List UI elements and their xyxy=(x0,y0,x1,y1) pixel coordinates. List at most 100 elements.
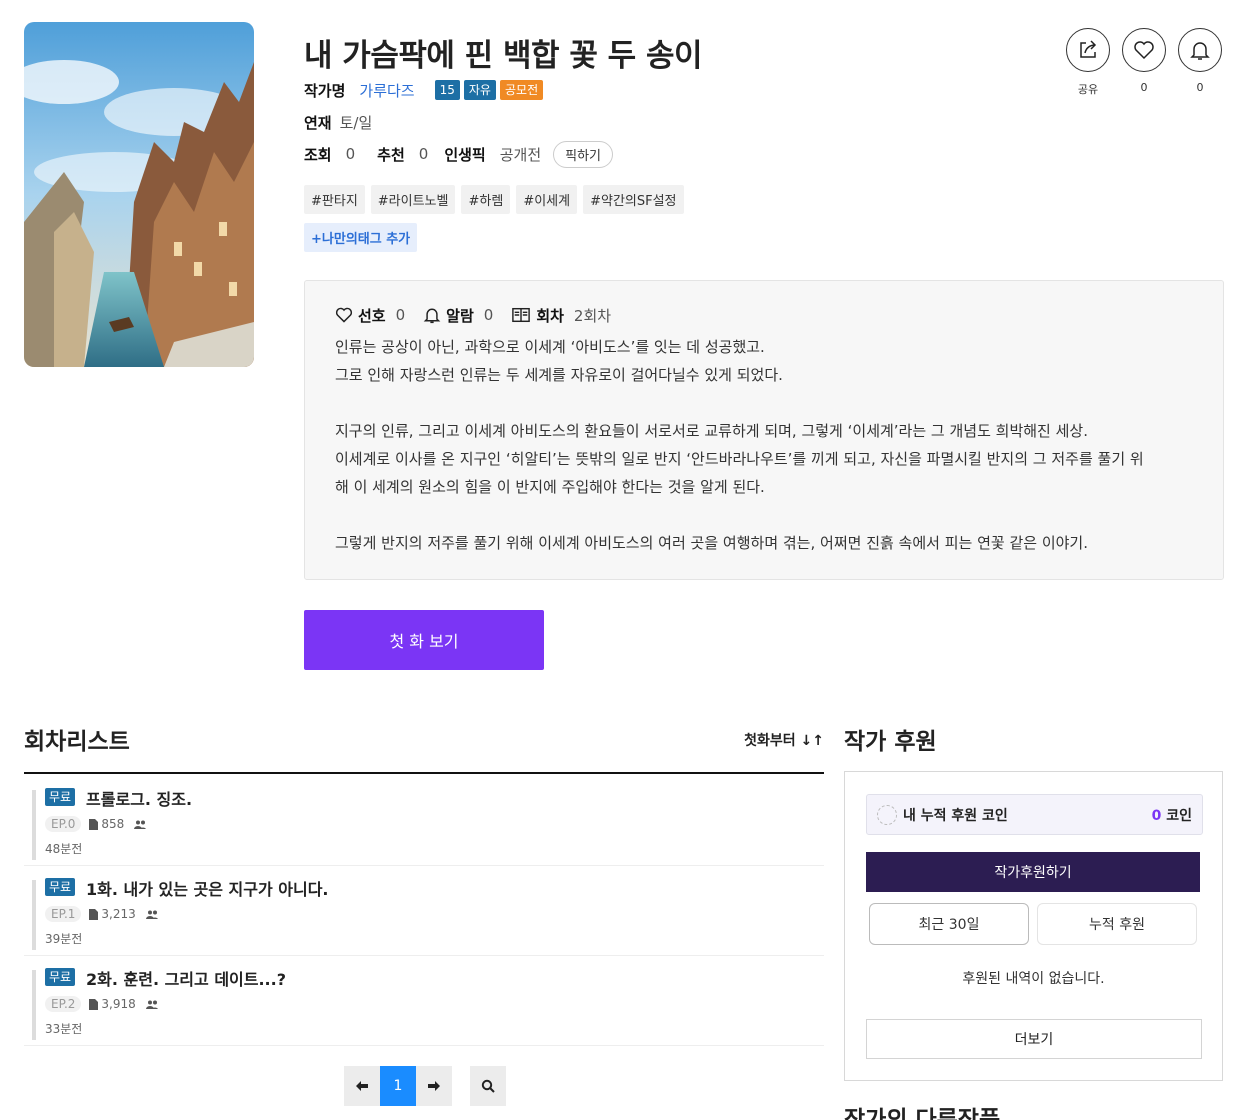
tag-item[interactable]: #이세계 xyxy=(516,185,578,214)
share-label: 공유 xyxy=(1077,83,1099,96)
tag-item[interactable]: #하렘 xyxy=(461,185,511,214)
search-icon xyxy=(481,1079,495,1093)
age-badge: 15 xyxy=(434,80,460,100)
row-marker xyxy=(32,880,36,950)
author-label: 작가명 xyxy=(304,81,346,100)
views-count: 3,918 xyxy=(101,997,136,1011)
views-label: 조회 xyxy=(304,145,332,164)
novel-title: 내 가슴팍에 핀 백합 꽃 두 송이 xyxy=(304,38,703,74)
tag-list: #판타지 #라이트노벨 #하렘 #이세계 #약간의SF설정 xyxy=(304,185,684,214)
episode-label: 회차 xyxy=(536,306,564,325)
people-icon xyxy=(134,820,147,829)
episode-title[interactable]: 1화. 내가 있는 곳은 지구가 아니다. xyxy=(86,876,329,900)
views-count: 3,213 xyxy=(101,907,136,921)
episode-row[interactable]: 무료 2화. 훈련. 그리고 데이트...? EP.2 3,918 33분전 xyxy=(24,956,824,1046)
alarm-value: 0 xyxy=(483,306,494,324)
fav-value: 0 xyxy=(395,306,406,324)
cover-image xyxy=(24,22,254,367)
recommend-label: 추천 xyxy=(377,145,405,164)
serial-row: 연재 토/일 xyxy=(304,110,1044,134)
episode-title[interactable]: 2화. 훈련. 그리고 데이트...? xyxy=(86,966,286,990)
novel-info: 내 가슴팍에 핀 백합 꽃 두 송이 작가명 가루다즈 15 자유 공모전 연재… xyxy=(304,36,1044,168)
tag-item[interactable]: #약간의SF설정 xyxy=(583,185,684,214)
like-count: 0 xyxy=(1140,81,1148,94)
tab-recent-30-days[interactable]: 최근 30일 xyxy=(869,903,1029,945)
synopsis-line: 인류는 공상이 아닌, 과학으로 이세계 ‘아비도스’를 잇는 데 성공했고. xyxy=(335,338,765,356)
coin-label: 내 누적 후원 코인 xyxy=(903,807,1008,824)
share-button[interactable] xyxy=(1066,28,1110,72)
views-count: 858 xyxy=(101,817,125,831)
pick-button[interactable]: 픽하기 xyxy=(553,140,614,168)
coin-unit: 코인 xyxy=(1166,807,1192,824)
support-title: 작가 후원 xyxy=(844,729,937,755)
alarm-count: 0 xyxy=(1196,81,1204,94)
contest-badge: 공모전 xyxy=(499,80,544,100)
free-badge: 자유 xyxy=(463,80,496,100)
free-badge: 무료 xyxy=(45,968,76,986)
search-episode-button[interactable] xyxy=(470,1066,506,1106)
tag-item[interactable]: #판타지 xyxy=(304,185,365,214)
synopsis-text: 인류는 공상이 아닌, 과학으로 이세계 ‘아비도스’를 잇는 데 성공했고. … xyxy=(335,333,1193,557)
author-name-link[interactable]: 가루다즈 xyxy=(359,80,414,101)
heart-icon xyxy=(1134,41,1154,60)
prev-page-button[interactable] xyxy=(344,1066,380,1106)
arrow-right-icon xyxy=(428,1081,440,1091)
synopsis-line xyxy=(335,501,1193,529)
views: 3,213 xyxy=(89,907,136,921)
free-badge: 무료 xyxy=(45,788,76,806)
episode-list-title: 회차리스트 xyxy=(24,729,130,755)
synopsis-line xyxy=(335,389,1193,417)
episode-meta: EP.0 858 xyxy=(45,816,147,832)
page-1-button[interactable]: 1 xyxy=(380,1066,416,1106)
synopsis-box: 선호 0 알람 0 회차 2회차 인류는 공상이 아닌, 과학으로 이세계 ‘아… xyxy=(304,280,1224,580)
episode-title[interactable]: 프롤로그. 징조. xyxy=(86,786,192,810)
pagination: 1 xyxy=(344,1066,506,1106)
tag-item[interactable]: #라이트노벨 xyxy=(370,185,456,214)
coin-amount: 0 코인 xyxy=(1152,805,1192,825)
add-my-tag-button[interactable]: +나만의태그 추가 xyxy=(304,223,418,252)
episode-meta: EP.1 3,213 xyxy=(45,906,158,922)
people-icon xyxy=(145,910,158,919)
lifepick-value: 공개전 xyxy=(499,145,542,164)
document-icon xyxy=(89,818,99,830)
episode-row[interactable]: 무료 프롤로그. 징조. EP.0 858 48분전 xyxy=(24,776,824,866)
more-button[interactable]: 더보기 xyxy=(866,1019,1202,1059)
alarm-action: 0 xyxy=(1178,28,1222,97)
share-icon xyxy=(1080,40,1097,58)
synopsis-line: 이세계로 이사를 온 지구인 ‘히알티’는 뜻밖의 일로 반지 ‘안드바라나우트… xyxy=(335,450,1144,468)
next-page-button[interactable] xyxy=(416,1066,452,1106)
support-empty-text: 후원된 내역이 없습니다. xyxy=(962,971,1105,987)
alarm-button[interactable] xyxy=(1178,28,1222,72)
recommend-value: 0 xyxy=(418,145,429,163)
free-badge: 무료 xyxy=(45,878,76,896)
views: 3,918 xyxy=(89,997,136,1011)
like-button[interactable] xyxy=(1122,28,1166,72)
support-tabs: 최근 30일 누적 후원 xyxy=(869,903,1197,945)
author-row: 작가명 가루다즈 15 자유 공모전 xyxy=(304,78,1044,102)
heart-icon xyxy=(335,307,353,323)
stats-row: 조회 0 추천 0 인생픽 공개전 픽하기 xyxy=(304,140,1044,168)
episode-number: EP.2 xyxy=(45,996,82,1012)
alarm-label: 알람 xyxy=(446,306,474,325)
episode-list-header: 회차리스트 첫화부터 ↓↑ xyxy=(24,722,824,774)
views: 858 xyxy=(89,817,124,831)
episode-row[interactable]: 무료 1화. 내가 있는 곳은 지구가 아니다. EP.1 3,213 39분전 xyxy=(24,866,824,956)
synopsis-line: 지구의 인류, 그리고 이세계 아비도스의 환요들이 서로서로 교류하게 되며,… xyxy=(335,422,1088,440)
episode-time: 48분전 xyxy=(45,842,83,856)
bell-icon xyxy=(1190,42,1210,60)
coin-row: 내 누적 후원 코인 0 코인 xyxy=(866,794,1203,835)
episode-time: 33분전 xyxy=(45,1022,83,1036)
synopsis-stats: 선호 0 알람 0 회차 2회차 xyxy=(335,303,1193,327)
coin-value: 0 xyxy=(1151,807,1162,824)
fav-stat: 선호 0 xyxy=(335,305,405,326)
row-marker xyxy=(32,970,36,1040)
sort-toggle[interactable]: 첫화부터 ↓↑ xyxy=(744,730,824,750)
book-icon xyxy=(512,307,531,323)
first-episode-button[interactable]: 첫 화 보기 xyxy=(304,610,544,670)
people-icon xyxy=(145,1000,158,1009)
episode-time: 39분전 xyxy=(45,932,83,946)
views-value: 0 xyxy=(345,145,356,163)
tab-total-support[interactable]: 누적 후원 xyxy=(1037,903,1197,945)
synopsis-line: 해 이 세계의 원소의 힘을 이 반지에 주입해야 한다는 것을 알게 된다. xyxy=(335,478,765,496)
support-author-button[interactable]: 작가후원하기 xyxy=(866,852,1200,892)
